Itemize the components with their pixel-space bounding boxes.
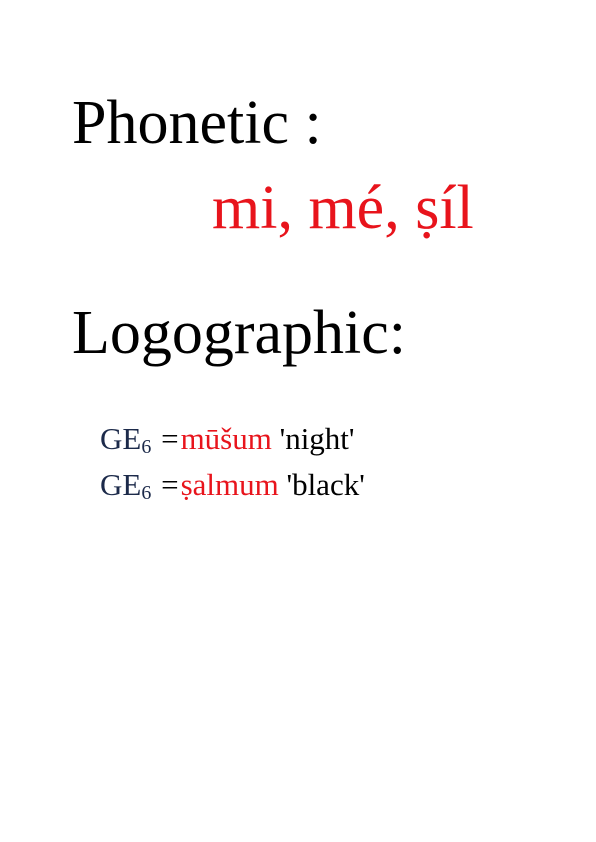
sign-label: GE6 (100, 467, 152, 504)
equals-sign: = (161, 421, 179, 456)
akkadian-reading: ṣalmum (180, 467, 279, 502)
english-gloss: 'night' (279, 421, 355, 456)
phonetic-heading: Phonetic : (72, 89, 322, 157)
english-gloss: 'black' (286, 467, 365, 502)
akkadian-reading: mūšum (180, 421, 272, 456)
logographic-heading: Logographic: (72, 299, 407, 367)
equals-sign: = (161, 467, 179, 502)
sign-subscript: 6 (141, 436, 152, 458)
sign-label: GE6 (100, 421, 152, 458)
phonetic-values: mi, mé, ṣíl (212, 174, 474, 242)
logographic-row-night: GE6 =mūšum 'night' (100, 421, 355, 458)
logographic-row-black: GE6 =ṣalmum 'black' (100, 467, 365, 504)
sign-subscript: 6 (141, 482, 152, 504)
